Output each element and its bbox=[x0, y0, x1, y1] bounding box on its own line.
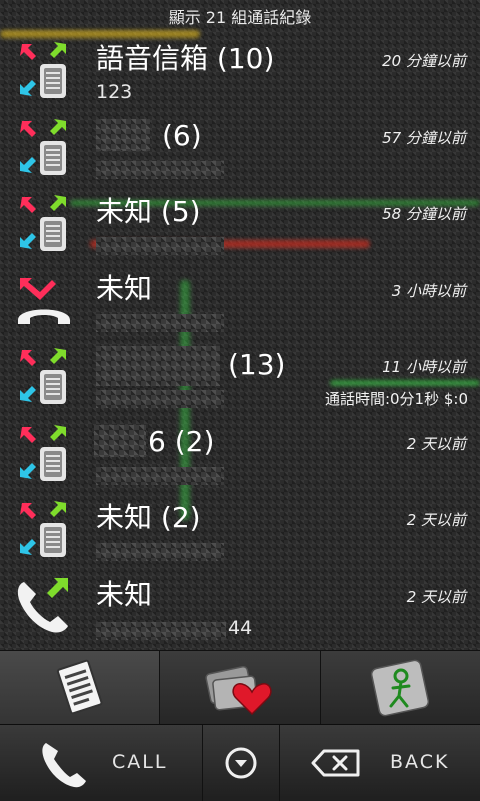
call-log-header: 顯示 21 組通話紀錄 bbox=[0, 0, 480, 34]
contact-name: 未知 (5) bbox=[96, 195, 201, 228]
document-icon bbox=[56, 659, 103, 715]
heart-contacts-icon bbox=[205, 665, 272, 716]
redacted-number bbox=[96, 543, 224, 561]
call-log-row[interactable]: 未知 44 2 天以前 bbox=[0, 568, 480, 645]
redacted-number bbox=[96, 621, 226, 640]
contact-name: (6) bbox=[162, 118, 202, 152]
call-time: 2 天以前 bbox=[406, 511, 466, 529]
call-log-row[interactable]: 未知 3 小時以前 bbox=[0, 262, 480, 339]
mixed-calls-icon bbox=[20, 348, 66, 404]
mixed-calls-icon bbox=[20, 424, 66, 481]
call-log-row[interactable]: 6 (2) 2 天以前 bbox=[0, 415, 480, 492]
call-button[interactable]: CALL bbox=[0, 725, 203, 801]
menu-button[interactable] bbox=[203, 725, 280, 801]
call-button-label: CALL bbox=[112, 751, 168, 773]
redacted-name bbox=[94, 424, 146, 457]
redacted-number bbox=[96, 237, 224, 255]
call-time: 11 小時以前 bbox=[382, 358, 466, 376]
call-log-row[interactable]: (13) 11 小時以前 通話時間:0分1秒 $:0 bbox=[0, 338, 480, 415]
chevron-down-circle-icon bbox=[225, 747, 257, 779]
phone-icon bbox=[42, 743, 86, 788]
mixed-calls-icon bbox=[20, 118, 66, 175]
back-button[interactable]: BACK bbox=[280, 725, 480, 801]
mixed-calls-icon bbox=[20, 42, 66, 98]
call-time: 57 分鐘以前 bbox=[382, 128, 466, 147]
back-button-label: BACK bbox=[390, 751, 450, 773]
mixed-calls-icon bbox=[20, 501, 66, 557]
favorites-tab[interactable] bbox=[160, 651, 321, 725]
backspace-icon bbox=[311, 749, 360, 777]
outgoing-call-icon bbox=[17, 577, 68, 633]
call-time: 2 天以前 bbox=[406, 587, 466, 606]
mixed-calls-icon bbox=[20, 195, 66, 251]
call-log-list[interactable]: 語音信箱 (10) 123 20 分鐘以前 (6) 57 分鐘以前 未知 (5)… bbox=[0, 32, 480, 646]
call-time: 2 天以前 bbox=[406, 434, 466, 453]
bottom-action-bar: CALL BACK bbox=[0, 724, 480, 801]
tab-bar bbox=[0, 650, 480, 725]
call-log-count-title: 顯示 21 組通話紀錄 bbox=[168, 8, 312, 27]
contact-name: 語音信箱 (10) bbox=[96, 42, 275, 75]
contact-name: (13) bbox=[228, 348, 286, 381]
call-log-row[interactable]: 語音信箱 (10) 123 20 分鐘以前 bbox=[0, 32, 480, 109]
call-time: 58 分鐘以前 bbox=[382, 205, 466, 223]
call-log-row[interactable]: 未知 (2) 2 天以前 bbox=[0, 491, 480, 568]
redacted-name bbox=[96, 346, 220, 386]
redacted-name bbox=[96, 118, 150, 151]
call-time: 20 分鐘以前 bbox=[382, 52, 466, 70]
redacted-number bbox=[96, 313, 224, 332]
redacted-number bbox=[96, 390, 224, 408]
call-time: 3 小時以前 bbox=[391, 281, 466, 300]
contacts-tab[interactable] bbox=[320, 651, 480, 725]
contact-name: 未知 bbox=[96, 271, 153, 305]
contact-name: 未知 (2) bbox=[96, 501, 201, 534]
call-log-tab[interactable] bbox=[0, 651, 161, 725]
phone-number: 123 bbox=[96, 81, 133, 103]
missed-call-icon bbox=[18, 277, 70, 324]
contact-name: 未知 bbox=[96, 577, 153, 611]
call-log-row[interactable]: 未知 (5) 58 分鐘以前 bbox=[0, 185, 480, 262]
phone-number: 44 bbox=[228, 616, 253, 639]
call-log-row[interactable]: (6) 57 分鐘以前 bbox=[0, 109, 480, 186]
call-duration-cost: 通話時間:0分1秒 $:0 bbox=[324, 390, 468, 408]
redacted-number bbox=[96, 160, 224, 179]
redacted-number bbox=[96, 466, 224, 485]
person-icon bbox=[371, 659, 430, 717]
contact-name: 6 (2) bbox=[148, 424, 215, 458]
